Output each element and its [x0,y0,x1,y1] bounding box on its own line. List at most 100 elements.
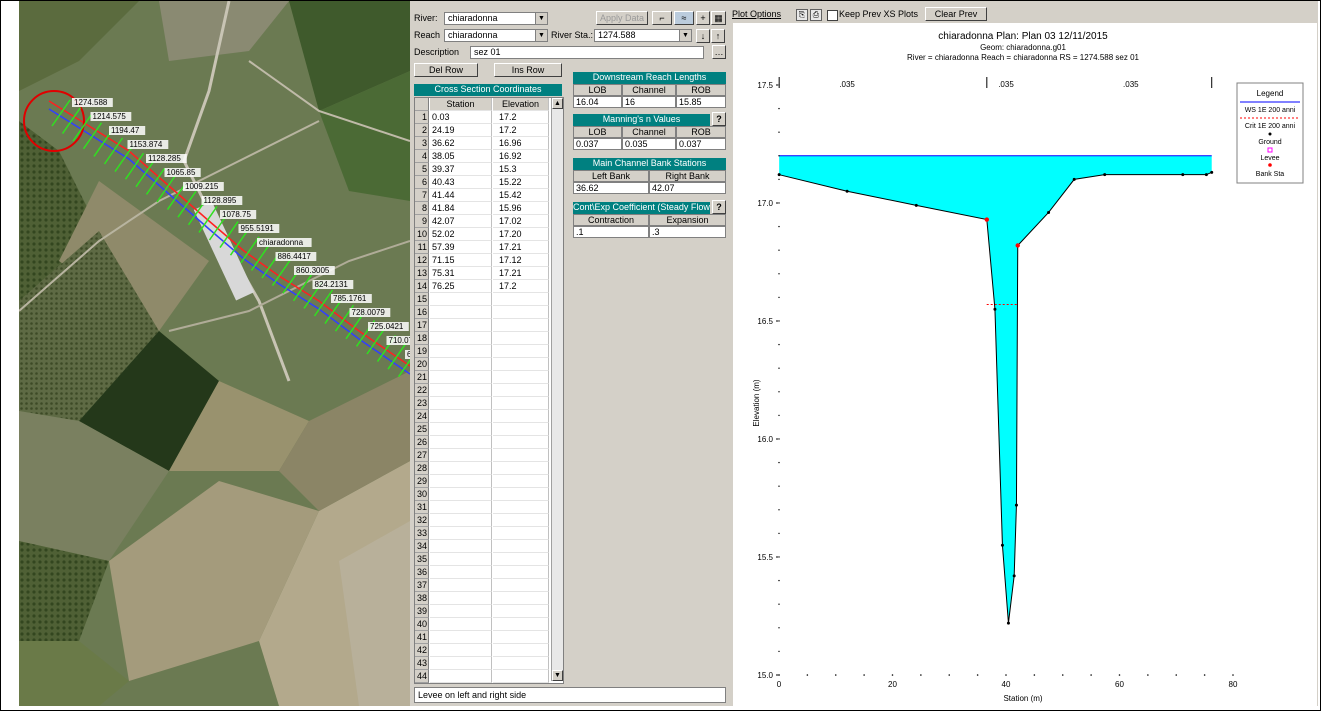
elevation-cell[interactable]: 15.42 [493,189,549,202]
elevation-cell[interactable] [493,514,549,527]
chevron-down-icon[interactable]: ▼ [679,30,691,41]
station-cell[interactable] [430,436,492,449]
station-cell[interactable] [430,371,492,384]
row-number[interactable]: 41 [415,631,429,644]
elevation-cell[interactable] [493,423,549,436]
station-cell[interactable] [430,488,492,501]
row-number[interactable]: 3 [415,137,429,150]
station-cell[interactable]: 41.44 [430,189,492,202]
chevron-down-icon[interactable]: ▼ [535,30,547,41]
station-cell[interactable] [430,332,492,345]
elevation-cell[interactable] [493,540,549,553]
manning-help-button[interactable]: ? [712,112,726,126]
elevation-cell[interactable] [493,605,549,618]
xs-coordinates-table[interactable]: Station Elevation 1 0.03 17.2 2 24.19 17.2 3 36… [414,97,564,684]
station-cell[interactable] [430,345,492,358]
row-number[interactable]: 25 [415,423,429,436]
row-number[interactable]: 40 [415,618,429,631]
right-bank-input[interactable]: 42.07 [649,182,726,194]
row-number[interactable]: 32 [415,514,429,527]
row-number[interactable]: 2 [415,124,429,137]
row-number[interactable]: 33 [415,527,429,540]
elevation-cell[interactable]: 16.96 [493,137,549,150]
downstream-lob-input[interactable]: 16.04 [573,96,622,108]
elevation-cell[interactable] [493,358,549,371]
row-number[interactable]: 15 [415,293,429,306]
cont-exp-help-button[interactable]: ? [712,200,726,214]
station-cell[interactable]: 39.37 [430,163,492,176]
station-cell[interactable] [430,397,492,410]
station-cell[interactable]: 71.15 [430,254,492,267]
row-number[interactable]: 12 [415,254,429,267]
elevation-cell[interactable] [493,371,549,384]
row-number[interactable]: 38 [415,592,429,605]
add-xs-icon[interactable]: + [696,11,710,25]
station-cell[interactable]: 75.31 [430,267,492,280]
elevation-cell[interactable]: 17.2 [493,111,549,124]
elevation-cell[interactable]: 17.20 [493,228,549,241]
row-number[interactable]: 24 [415,410,429,423]
station-cell[interactable]: 36.62 [430,137,492,150]
plot-area[interactable]: chiaradonna Plan: Plan 03 12/11/2015 Geo… [733,23,1317,706]
row-number[interactable]: 4 [415,150,429,163]
row-number[interactable]: 27 [415,449,429,462]
row-number[interactable]: 16 [415,306,429,319]
row-number[interactable]: 26 [415,436,429,449]
row-number[interactable]: 35 [415,553,429,566]
station-cell[interactable]: 38.05 [430,150,492,163]
row-number[interactable]: 44 [415,670,429,683]
elevation-cell[interactable] [493,332,549,345]
satellite-map[interactable]: 1274.588 1214.575 1194.47 1153.874 1128.285 1… [19,1,410,706]
reach-select[interactable]: chiaradonna ▼ [444,29,548,42]
station-cell[interactable] [430,293,492,306]
row-number[interactable]: 21 [415,371,429,384]
station-cell[interactable] [430,644,492,657]
station-cell[interactable] [430,592,492,605]
station-cell[interactable] [430,423,492,436]
manning-channel-input[interactable]: 0.035 [622,138,676,150]
station-cell[interactable] [430,540,492,553]
ins-row-button[interactable]: Ins Row [494,63,562,77]
station-cell[interactable]: 40.43 [430,176,492,189]
elevation-cell[interactable] [493,618,549,631]
elevation-cell[interactable]: 15.3 [493,163,549,176]
station-cell[interactable] [430,514,492,527]
station-cell[interactable]: 24.19 [430,124,492,137]
row-number[interactable]: 28 [415,462,429,475]
station-cell[interactable] [430,410,492,423]
station-cell[interactable] [430,657,492,670]
elevation-cell[interactable]: 16.92 [493,150,549,163]
river-select[interactable]: chiaradonna ▼ [444,12,548,25]
row-number[interactable]: 9 [415,215,429,228]
elevation-cell[interactable] [493,436,549,449]
elevation-cell[interactable] [493,579,549,592]
elevation-cell[interactable]: 17.21 [493,241,549,254]
scroll-up-icon[interactable]: ▲ [552,98,563,109]
row-number[interactable]: 19 [415,345,429,358]
elevation-cell[interactable]: 17.21 [493,267,549,280]
row-number[interactable]: 17 [415,319,429,332]
row-number[interactable]: 42 [415,644,429,657]
row-number[interactable]: 18 [415,332,429,345]
station-cell[interactable]: 76.25 [430,280,492,293]
row-number[interactable]: 37 [415,579,429,592]
manning-rob-input[interactable]: 0.037 [676,138,726,150]
bridge-icon[interactable]: ▦ [711,11,726,25]
elevation-cell[interactable] [493,670,549,683]
row-number[interactable]: 13 [415,267,429,280]
print-icon[interactable]: ⎙ [810,9,822,21]
row-number[interactable]: 5 [415,163,429,176]
left-bank-input[interactable]: 36.62 [573,182,649,194]
elevation-cell[interactable] [493,475,549,488]
row-number[interactable]: 30 [415,488,429,501]
station-cell[interactable]: 42.07 [430,215,492,228]
elevation-cell[interactable] [493,566,549,579]
table-scrollbar[interactable]: ▲ ▼ [551,98,563,681]
clear-prev-button[interactable]: Clear Prev [925,7,987,21]
plot-options-menu[interactable]: Plot Options [732,9,781,19]
station-cell[interactable] [430,670,492,683]
station-cell[interactable] [430,631,492,644]
downstream-rob-input[interactable]: 15.85 [676,96,726,108]
row-number[interactable]: 29 [415,475,429,488]
description-expand-button[interactable]: … [712,45,726,59]
